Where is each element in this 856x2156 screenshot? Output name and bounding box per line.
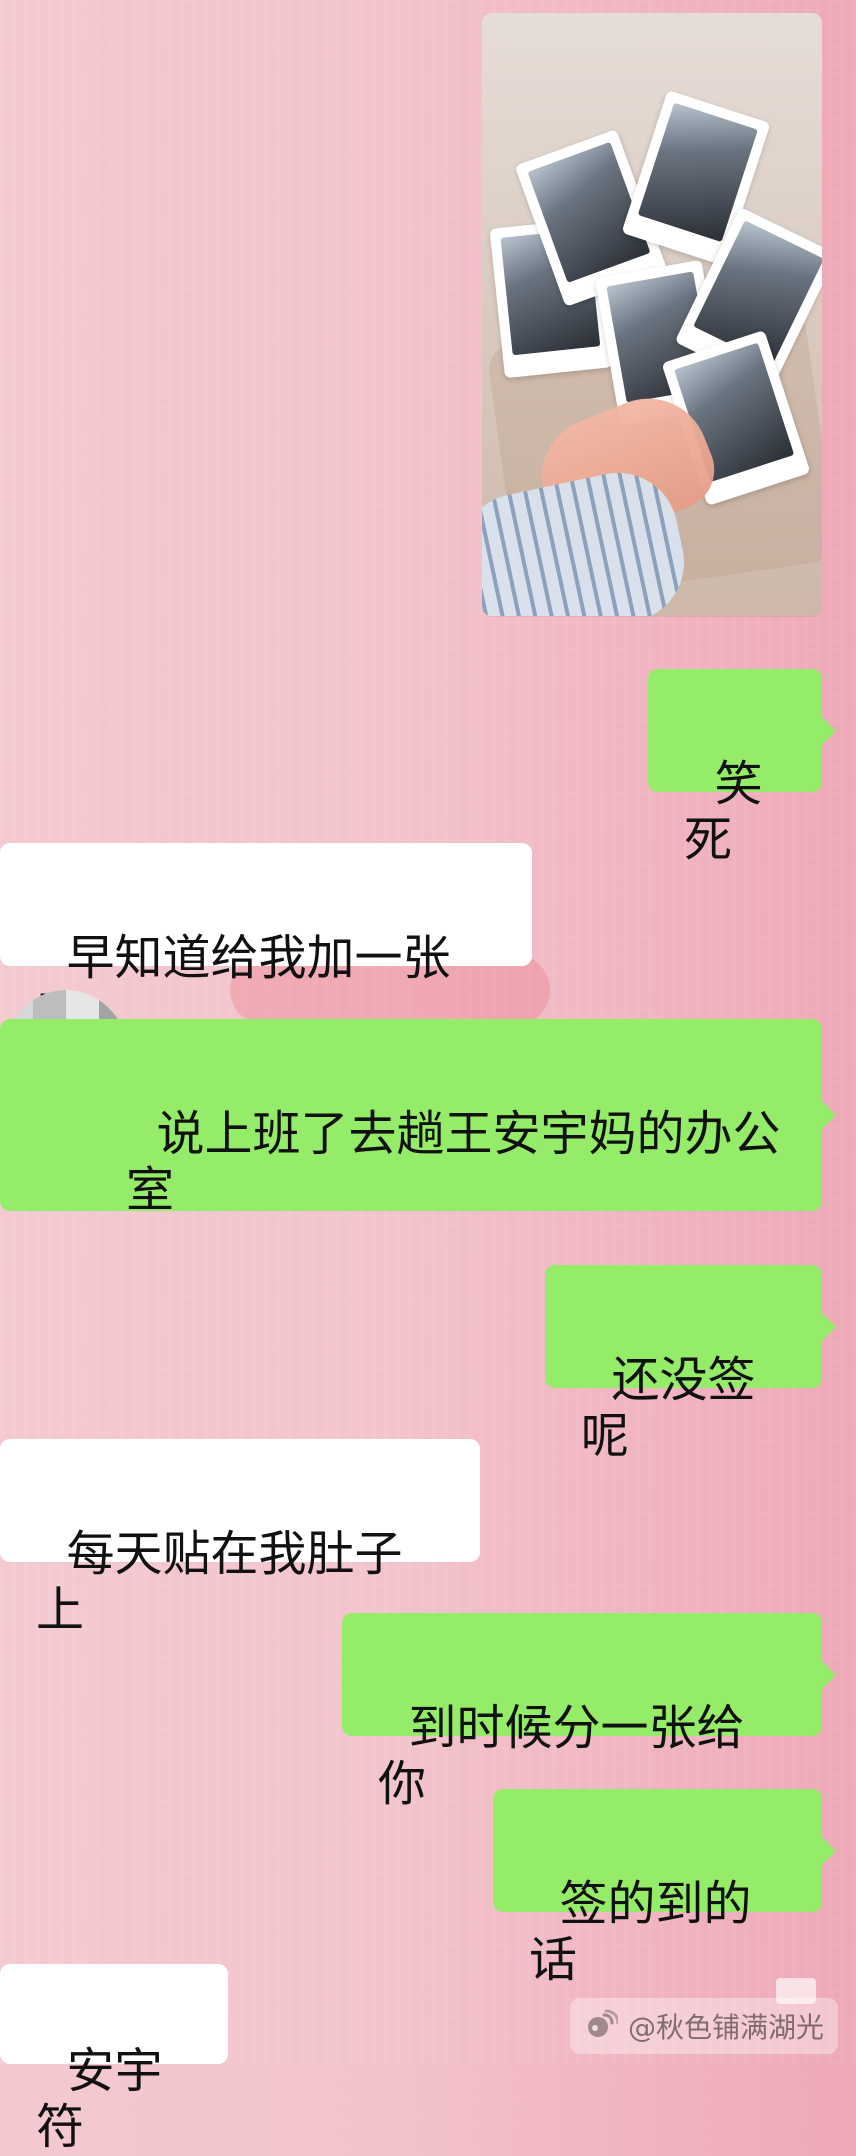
message-text: 安宇符 bbox=[36, 2042, 163, 2156]
message-text: 说上班了去趟王安宇妈的办公 室 bbox=[126, 1105, 781, 1219]
message-bubble-outgoing[interactable]: 笑死 bbox=[648, 669, 822, 868]
message-text: 笑死 bbox=[684, 755, 763, 869]
message-bubble-incoming[interactable]: 安宇符 bbox=[0, 1964, 228, 2155]
message-bubble-incoming[interactable]: 早知道给我加一张了 bbox=[0, 843, 532, 1042]
message-bubble-outgoing[interactable]: 签的到的话 bbox=[493, 1789, 822, 1988]
weibo-icon bbox=[584, 2009, 620, 2043]
message-bubble-outgoing[interactable]: 说上班了去趟王安宇妈的办公 室 bbox=[0, 1019, 822, 1218]
message-text: 签的到的话 bbox=[529, 1875, 752, 1989]
watermark-text: @秋色铺满湖光 bbox=[627, 2011, 824, 2044]
watermark: @秋色铺满湖光 bbox=[569, 1998, 838, 2054]
shared-photo[interactable] bbox=[482, 13, 822, 616]
message-bubble-incoming[interactable]: 每天贴在我肚子上 bbox=[0, 1439, 480, 1638]
message-bubble-outgoing[interactable]: 到时候分一张给你 bbox=[342, 1613, 822, 1812]
message-bubble-outgoing[interactable]: 还没签呢 bbox=[545, 1265, 822, 1464]
message-text: 还没签呢 bbox=[581, 1351, 756, 1465]
